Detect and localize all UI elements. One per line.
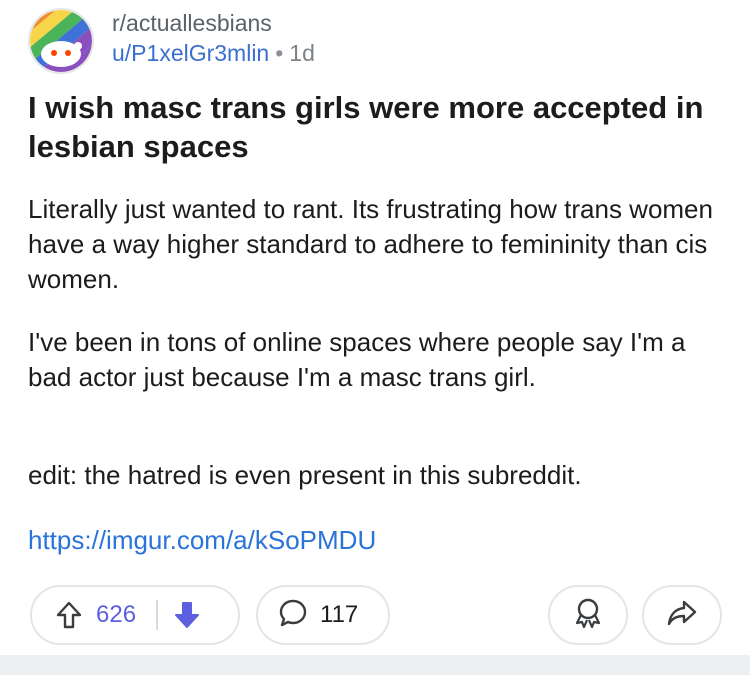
share-arrow-icon xyxy=(666,598,698,633)
post-header: r/actuallesbians u/P1xelGr3mlin • 1d xyxy=(28,6,628,74)
share-button[interactable] xyxy=(642,585,722,645)
downvote-arrow-icon[interactable] xyxy=(172,600,202,630)
subreddit-name[interactable]: r/actuallesbians xyxy=(112,8,315,38)
post-action-bar: 626 117 xyxy=(30,585,722,647)
post-link[interactable]: https://imgur.com/a/kSoPMDU xyxy=(28,523,376,558)
body-paragraph: edit: the hatred is even present in this… xyxy=(28,460,582,490)
feed-separator xyxy=(0,655,750,675)
award-button[interactable] xyxy=(548,585,628,645)
author-name[interactable]: u/P1xelGr3mlin xyxy=(112,40,269,66)
comments-button[interactable]: 117 xyxy=(256,585,390,645)
vote-divider xyxy=(156,600,159,630)
author-line: u/P1xelGr3mlin • 1d xyxy=(112,38,315,68)
body-paragraph: I've been in tons of online spaces where… xyxy=(28,327,686,392)
vote-count: 626 xyxy=(96,601,137,628)
upvote-arrow-icon[interactable] xyxy=(54,600,84,630)
award-icon xyxy=(571,596,605,635)
meta-separator: • xyxy=(275,40,284,66)
post-title: I wish masc trans girls were more accept… xyxy=(28,90,704,164)
vote-control: 626 xyxy=(30,585,240,645)
comment-count: 117 xyxy=(320,601,359,628)
subreddit-avatar[interactable] xyxy=(28,8,94,74)
body-paragraph: Literally just wanted to rant. Its frust… xyxy=(28,194,713,294)
comment-bubble-icon xyxy=(278,598,308,633)
post-age: 1d xyxy=(289,40,315,66)
